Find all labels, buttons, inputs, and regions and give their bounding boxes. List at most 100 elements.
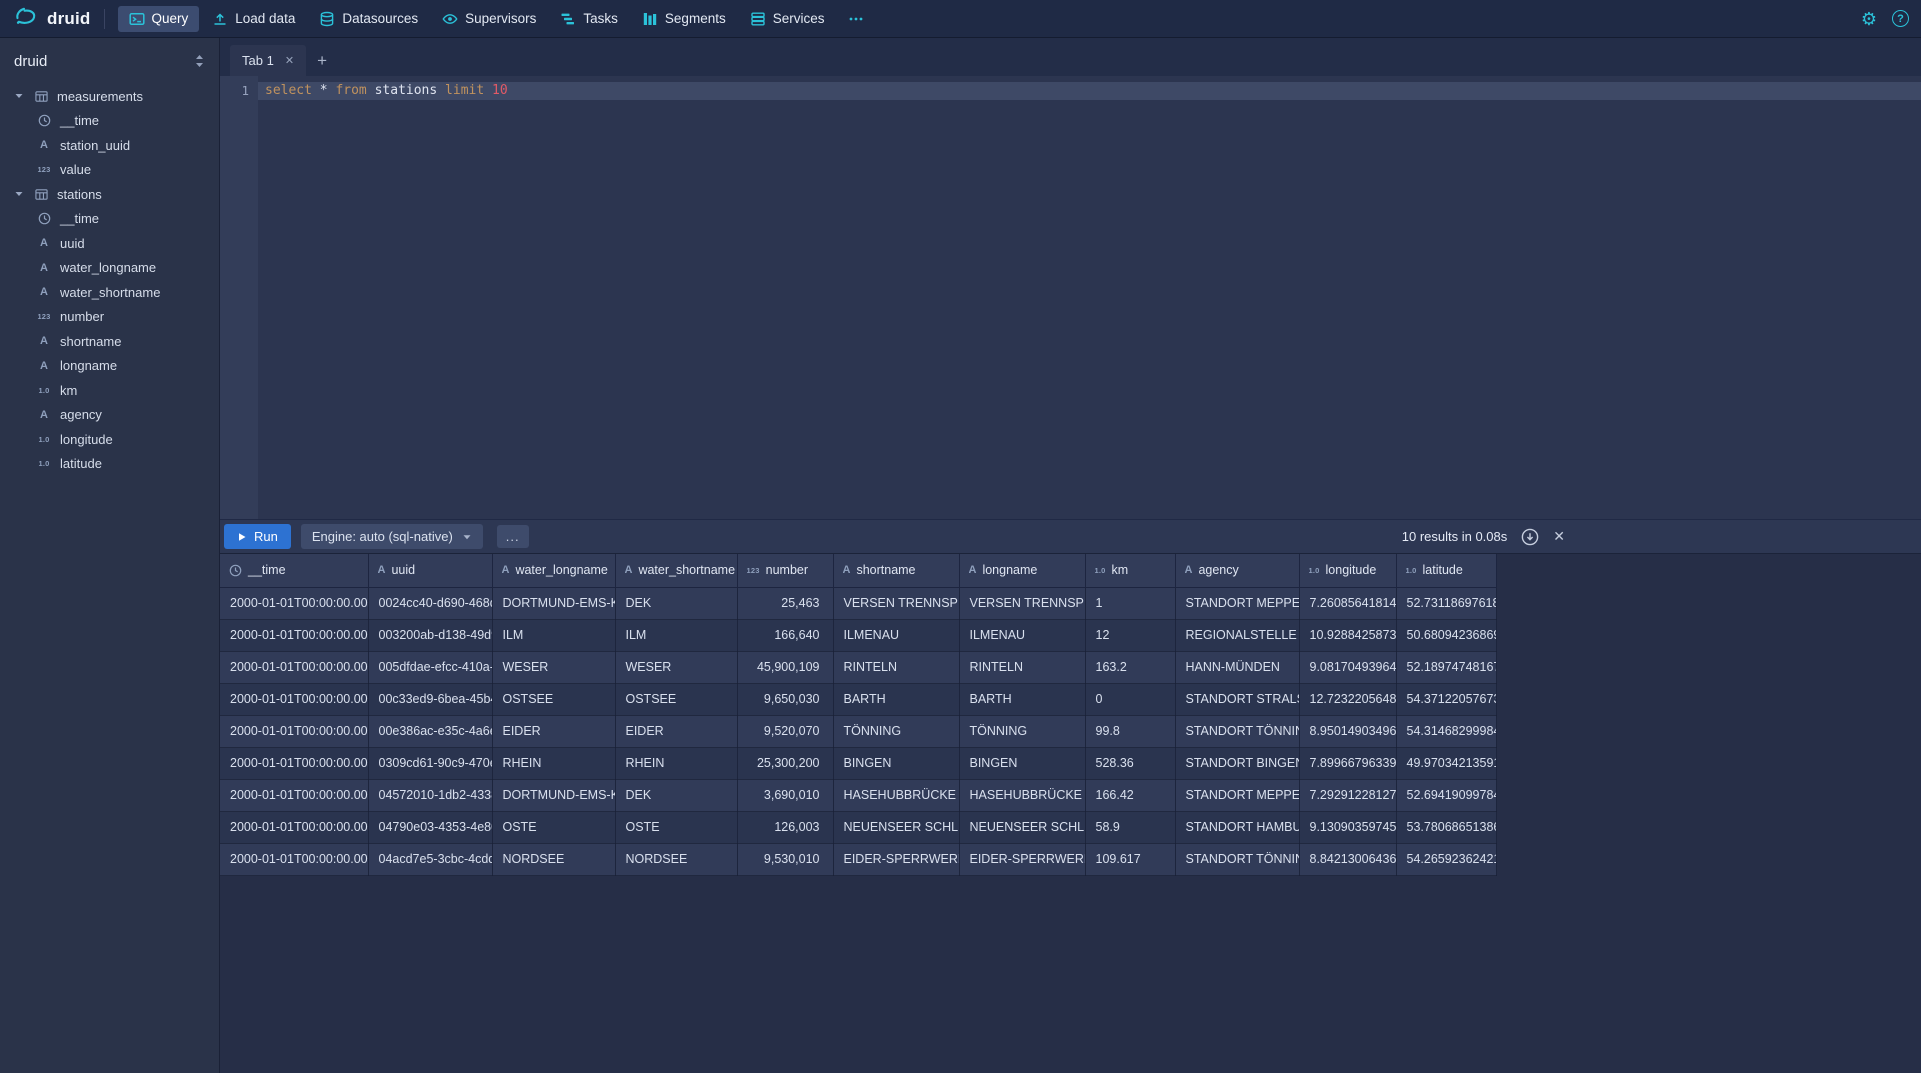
cell-agency[interactable]: STANDORT MEPPEN xyxy=(1175,779,1299,811)
cell-longname[interactable]: TÖNNING xyxy=(959,715,1085,747)
cell-agency[interactable]: STANDORT TÖNNING xyxy=(1175,715,1299,747)
tree-column-water_shortname[interactable]: Awater_shortname xyxy=(0,280,219,305)
column-header-__time[interactable]: __time xyxy=(220,554,368,587)
cell-water_shortname[interactable]: OSTSEE xyxy=(615,683,737,715)
column-header-uuid[interactable]: Auuid xyxy=(368,554,492,587)
cell-agency[interactable]: STANDORT MEPPEN xyxy=(1175,587,1299,619)
column-header-agency[interactable]: Aagency xyxy=(1175,554,1299,587)
cell-longitude[interactable]: 7.899667963397 xyxy=(1299,747,1396,779)
tree-column-__time[interactable]: __time xyxy=(0,109,219,134)
close-tab-icon[interactable]: ✕ xyxy=(285,54,294,67)
cell-shortname[interactable]: BARTH xyxy=(833,683,959,715)
double-caret-vertical-icon[interactable] xyxy=(194,54,205,68)
cell-water_longname[interactable]: NORDSEE xyxy=(492,843,615,875)
cell-water_longname[interactable]: RHEIN xyxy=(492,747,615,779)
cell-km[interactable]: 528.36 xyxy=(1085,747,1175,779)
download-results-icon[interactable] xyxy=(1521,528,1539,546)
cell-longname[interactable]: EIDER-SPERRWERK AP xyxy=(959,843,1085,875)
cell-__time[interactable]: 2000-01-01T00:00:00.000Z xyxy=(220,683,368,715)
tree-column-station_uuid[interactable]: Astation_uuid xyxy=(0,133,219,158)
gear-icon[interactable]: ⚙ xyxy=(1861,10,1877,28)
tree-column-water_longname[interactable]: Awater_longname xyxy=(0,256,219,281)
cell-number[interactable]: 126,003 xyxy=(737,811,833,843)
cell-water_longname[interactable]: WESER xyxy=(492,651,615,683)
cell-uuid[interactable]: 005dfdae-efcc-410a-b xyxy=(368,651,492,683)
column-header-water_shortname[interactable]: Awater_shortname xyxy=(615,554,737,587)
cell-__time[interactable]: 2000-01-01T00:00:00.000Z xyxy=(220,843,368,875)
cell-agency[interactable]: REGIONALSTELLE SUHL xyxy=(1175,619,1299,651)
tree-column-__time[interactable]: __time xyxy=(0,207,219,232)
cell-km[interactable]: 1 xyxy=(1085,587,1175,619)
cell-water_shortname[interactable]: NORDSEE xyxy=(615,843,737,875)
cell-longname[interactable]: BINGEN xyxy=(959,747,1085,779)
druid-brand[interactable]: druid xyxy=(14,4,91,34)
more-options-button[interactable]: ... xyxy=(497,525,529,548)
cell-shortname[interactable]: VERSEN TRENNSPITZE xyxy=(833,587,959,619)
column-header-shortname[interactable]: Ashortname xyxy=(833,554,959,587)
cell-__time[interactable]: 2000-01-01T00:00:00.000Z xyxy=(220,587,368,619)
cell-uuid[interactable]: 0309cd61-90c9-470e- xyxy=(368,747,492,779)
nav-item-datasources[interactable]: Datasources xyxy=(308,6,429,32)
cell-longitude[interactable]: 12.723220564867 xyxy=(1299,683,1396,715)
column-header-latitude[interactable]: 1.0latitude xyxy=(1396,554,1496,587)
cell-longitude[interactable]: 8.842130064364 xyxy=(1299,843,1396,875)
editor-code-area[interactable]: select * from stations limit 10 xyxy=(258,76,1921,519)
cell-latitude[interactable]: 50.680942368697 xyxy=(1396,619,1496,651)
column-header-longitude[interactable]: 1.0longitude xyxy=(1299,554,1396,587)
cell-agency[interactable]: STANDORT BINGEN xyxy=(1175,747,1299,779)
cell-water_shortname[interactable]: EIDER xyxy=(615,715,737,747)
cell-km[interactable]: 99.8 xyxy=(1085,715,1175,747)
nav-item-tasks[interactable]: Tasks xyxy=(549,6,629,32)
tree-column-latitude[interactable]: 1.0latitude xyxy=(0,452,219,477)
cell-latitude[interactable]: 52.694190997842 xyxy=(1396,779,1496,811)
nav-item-segments[interactable]: Segments xyxy=(631,6,737,32)
cell-shortname[interactable]: HASEHUBBRÜCKE xyxy=(833,779,959,811)
cell-water_longname[interactable]: DORTMUND-EMS-KANAL xyxy=(492,587,615,619)
cell-number[interactable]: 166,640 xyxy=(737,619,833,651)
cell-uuid[interactable]: 04acd7e5-3cbc-4cdd- xyxy=(368,843,492,875)
cell-longitude[interactable]: 9.081704939644 xyxy=(1299,651,1396,683)
cell-agency[interactable]: HANN-MÜNDEN xyxy=(1175,651,1299,683)
cell-water_shortname[interactable]: DEK xyxy=(615,587,737,619)
column-header-water_longname[interactable]: Awater_longname xyxy=(492,554,615,587)
cell-agency[interactable]: STANDORT TÖNNING xyxy=(1175,843,1299,875)
cell-latitude[interactable]: 54.265923624216 xyxy=(1396,843,1496,875)
cell-uuid[interactable]: 00e386ac-e35c-4a6e- xyxy=(368,715,492,747)
cell-km[interactable]: 109.617 xyxy=(1085,843,1175,875)
cell-shortname[interactable]: TÖNNING xyxy=(833,715,959,747)
cell-longitude[interactable]: 9.130903597451 xyxy=(1299,811,1396,843)
cell-uuid[interactable]: 0024cc40-d690-468d- xyxy=(368,587,492,619)
cell-__time[interactable]: 2000-01-01T00:00:00.000Z xyxy=(220,715,368,747)
cell-longname[interactable]: BARTH xyxy=(959,683,1085,715)
cell-water_longname[interactable]: OSTE xyxy=(492,811,615,843)
cell-km[interactable]: 166.42 xyxy=(1085,779,1175,811)
cell-km[interactable]: 0 xyxy=(1085,683,1175,715)
cell-longname[interactable]: ILMENAU xyxy=(959,619,1085,651)
cell-__time[interactable]: 2000-01-01T00:00:00.000Z xyxy=(220,619,368,651)
cell-shortname[interactable]: BINGEN xyxy=(833,747,959,779)
cell-latitude[interactable]: 54.371220576737 xyxy=(1396,683,1496,715)
tree-table-stations[interactable]: stations xyxy=(0,182,219,207)
nav-item-services[interactable]: Services xyxy=(739,6,836,32)
add-tab-button[interactable]: + xyxy=(306,45,338,76)
cell-agency[interactable]: STANDORT STRALSUND xyxy=(1175,683,1299,715)
tree-column-uuid[interactable]: Auuid xyxy=(0,231,219,256)
tree-column-shortname[interactable]: Ashortname xyxy=(0,329,219,354)
cell-__time[interactable]: 2000-01-01T00:00:00.000Z xyxy=(220,811,368,843)
cell-latitude[interactable]: 52.731186976180 xyxy=(1396,587,1496,619)
cell-longitude[interactable]: 7.292912281272 xyxy=(1299,779,1396,811)
cell-uuid[interactable]: 04572010-1db2-4338- xyxy=(368,779,492,811)
cell-water_shortname[interactable]: ILM xyxy=(615,619,737,651)
column-header-km[interactable]: 1.0km xyxy=(1085,554,1175,587)
nav-item-more[interactable] xyxy=(837,6,875,32)
tree-column-agency[interactable]: Aagency xyxy=(0,403,219,428)
cell-water_longname[interactable]: EIDER xyxy=(492,715,615,747)
column-header-number[interactable]: 123number xyxy=(737,554,833,587)
cell-shortname[interactable]: EIDER-SPERRWERK AP xyxy=(833,843,959,875)
nav-item-query[interactable]: Query xyxy=(118,6,200,32)
cell-__time[interactable]: 2000-01-01T00:00:00.000Z xyxy=(220,747,368,779)
cell-shortname[interactable]: RINTELN xyxy=(833,651,959,683)
cell-latitude[interactable]: 53.780686513863 xyxy=(1396,811,1496,843)
engine-select[interactable]: Engine: auto (sql-native) xyxy=(301,524,483,549)
cell-uuid[interactable]: 04790e03-4353-4e80- xyxy=(368,811,492,843)
